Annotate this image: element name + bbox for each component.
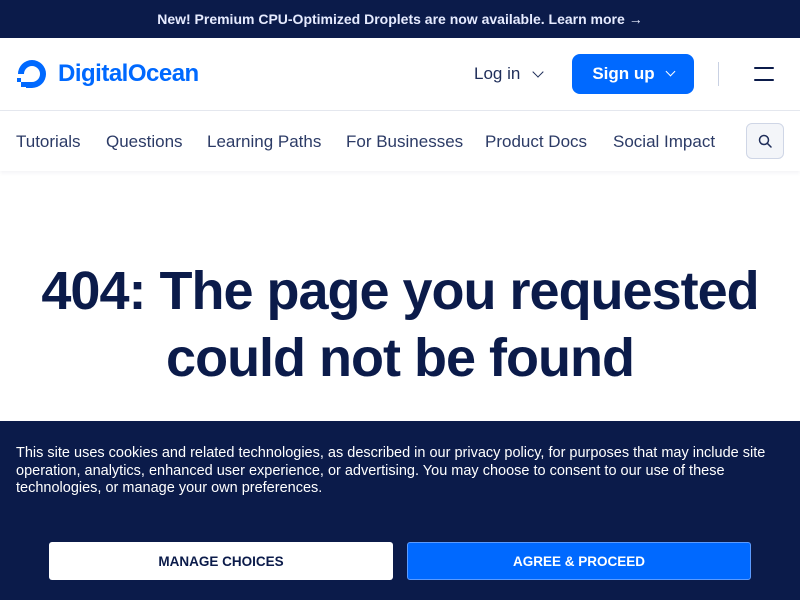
- nav-item-questions[interactable]: Questions: [106, 132, 183, 152]
- cookie-banner: This site uses cookies and related techn…: [0, 421, 800, 600]
- chevron-down-icon: [532, 65, 544, 78]
- chevron-down-icon: [665, 66, 676, 77]
- nav-item-product-docs[interactable]: Product Docs: [485, 132, 587, 152]
- manage-choices-button[interactable]: MANAGE CHOICES: [49, 542, 393, 580]
- logo-text: DigitalOcean: [58, 60, 199, 87]
- header-divider: [718, 62, 719, 86]
- cookie-text: This site uses cookies and related techn…: [16, 445, 766, 496]
- search-icon: [758, 134, 772, 148]
- menu-icon[interactable]: [754, 67, 774, 81]
- site-header: DigitalOcean Log in Sign up: [0, 38, 800, 111]
- agree-proceed-button[interactable]: AGREE & PROCEED: [407, 542, 751, 580]
- nav-item-social-impact[interactable]: Social Impact: [613, 132, 715, 152]
- secondary-nav: Tutorials Questions Learning Paths For B…: [0, 111, 800, 171]
- arrow-right-icon: →: [628, 11, 643, 27]
- announcement-text[interactable]: New! Premium CPU-Optimized Droplets are …: [157, 11, 625, 27]
- nav-item-for-businesses[interactable]: For Businesses: [346, 132, 463, 152]
- signup-button[interactable]: Sign up: [572, 54, 694, 94]
- nav-item-tutorials[interactable]: Tutorials: [16, 132, 81, 152]
- signup-label: Sign up: [592, 64, 655, 83]
- search-button[interactable]: [746, 123, 784, 159]
- announcement-banner[interactable]: New! Premium CPU-Optimized Droplets are …: [0, 0, 800, 38]
- logo[interactable]: DigitalOcean: [16, 58, 199, 90]
- page-title: 404: The page you requested could not be…: [41, 261, 759, 388]
- nav-item-learning-paths[interactable]: Learning Paths: [207, 132, 321, 152]
- login-label: Log in: [474, 64, 521, 83]
- login-button[interactable]: Log in: [474, 64, 544, 84]
- logo-icon: [17, 60, 46, 88]
